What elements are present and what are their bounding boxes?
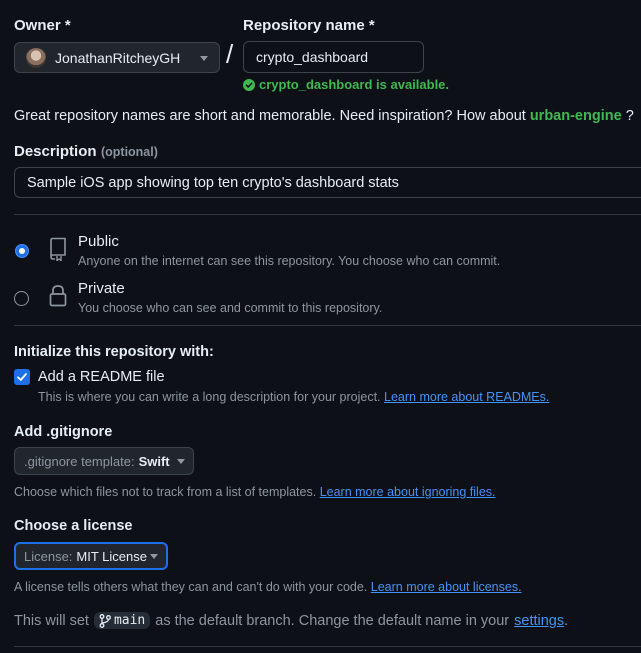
- availability-message: crypto_dashboard is available.: [243, 77, 449, 92]
- check-icon: [17, 373, 27, 381]
- public-radio[interactable]: [15, 244, 29, 258]
- readme-label[interactable]: Add a README file: [38, 369, 165, 385]
- private-title: Private: [78, 280, 125, 297]
- license-help-text: A license tells others what they can and…: [14, 580, 368, 594]
- license-select[interactable]: License: MIT License: [14, 542, 168, 570]
- gitignore-heading: Add .gitignore: [14, 424, 113, 440]
- suggestion-end: ?: [625, 108, 634, 124]
- avatar: [26, 47, 46, 68]
- lock-icon: [49, 285, 67, 307]
- description-input[interactable]: Sample iOS app showing top ten crypto's …: [14, 167, 641, 198]
- divider: [14, 646, 641, 647]
- owner-select[interactable]: JonathanRitcheyGH: [14, 42, 220, 73]
- readme-help-text: This is where you can write a long descr…: [38, 390, 381, 404]
- owner-label: Owner *: [14, 17, 71, 34]
- private-radio[interactable]: [14, 291, 29, 306]
- check-circle-icon: [243, 78, 255, 91]
- default-branch-note: This will set main as the default branch…: [14, 612, 568, 629]
- suggested-name-link[interactable]: urban-engine: [530, 108, 622, 124]
- git-branch-icon: [99, 613, 111, 628]
- gitignore-help: Choose which files not to track from a l…: [14, 485, 496, 499]
- gitignore-help-text: Choose which files not to track from a l…: [14, 485, 317, 499]
- description-value: Sample iOS app showing top ten crypto's …: [27, 174, 399, 191]
- private-description: You choose who can see and commit to thi…: [78, 301, 383, 315]
- init-heading: Initialize this repository with:: [14, 344, 214, 360]
- optional-hint: (optional): [100, 145, 158, 159]
- suggestion-text: Great repository names are short and mem…: [14, 108, 526, 124]
- license-value: MIT License: [76, 548, 147, 564]
- branch-name-pill: main: [93, 612, 151, 629]
- chevron-down-icon: [200, 56, 208, 61]
- chevron-down-icon: [150, 554, 158, 559]
- divider: [14, 214, 641, 215]
- gitignore-select[interactable]: .gitignore template: Swift: [14, 447, 194, 475]
- license-help: A license tells others what they can and…: [14, 580, 522, 594]
- branch-note-end: .: [564, 612, 569, 629]
- readme-learn-more-link[interactable]: Learn more about READMEs.: [384, 390, 549, 404]
- name-suggestion: Great repository names are short and mem…: [14, 108, 634, 124]
- license-learn-more-link[interactable]: Learn more about licenses.: [371, 580, 522, 594]
- branch-name: main: [113, 613, 146, 628]
- readme-help: This is where you can write a long descr…: [38, 390, 549, 404]
- gitignore-prefix: .gitignore template:: [24, 453, 135, 469]
- repo-name-input[interactable]: crypto_dashboard: [243, 41, 424, 73]
- license-prefix: License:: [24, 548, 73, 564]
- public-title: Public: [78, 233, 119, 250]
- settings-link[interactable]: settings: [514, 613, 564, 629]
- public-description: Anyone on the internet can see this repo…: [78, 254, 501, 268]
- divider: [14, 325, 641, 326]
- readme-checkbox[interactable]: [14, 369, 30, 385]
- branch-note-before: This will set: [14, 612, 89, 629]
- gitignore-learn-more-link[interactable]: Learn more about ignoring files.: [320, 485, 496, 499]
- repo-icon: [50, 237, 66, 261]
- owner-repo-separator: /: [226, 39, 234, 69]
- description-label-text: Description: [14, 143, 97, 160]
- branch-note-after: as the default branch. Change the defaul…: [155, 612, 510, 629]
- gitignore-value: Swift: [138, 453, 170, 469]
- license-heading: Choose a license: [14, 518, 133, 534]
- owner-value: JonathanRitcheyGH: [55, 49, 181, 66]
- chevron-down-icon: [177, 459, 185, 464]
- repo-name-label: Repository name *: [243, 17, 375, 34]
- description-label: Description (optional): [14, 143, 158, 161]
- availability-text: crypto_dashboard is available.: [259, 77, 450, 92]
- repo-name-value: crypto_dashboard: [256, 49, 369, 65]
